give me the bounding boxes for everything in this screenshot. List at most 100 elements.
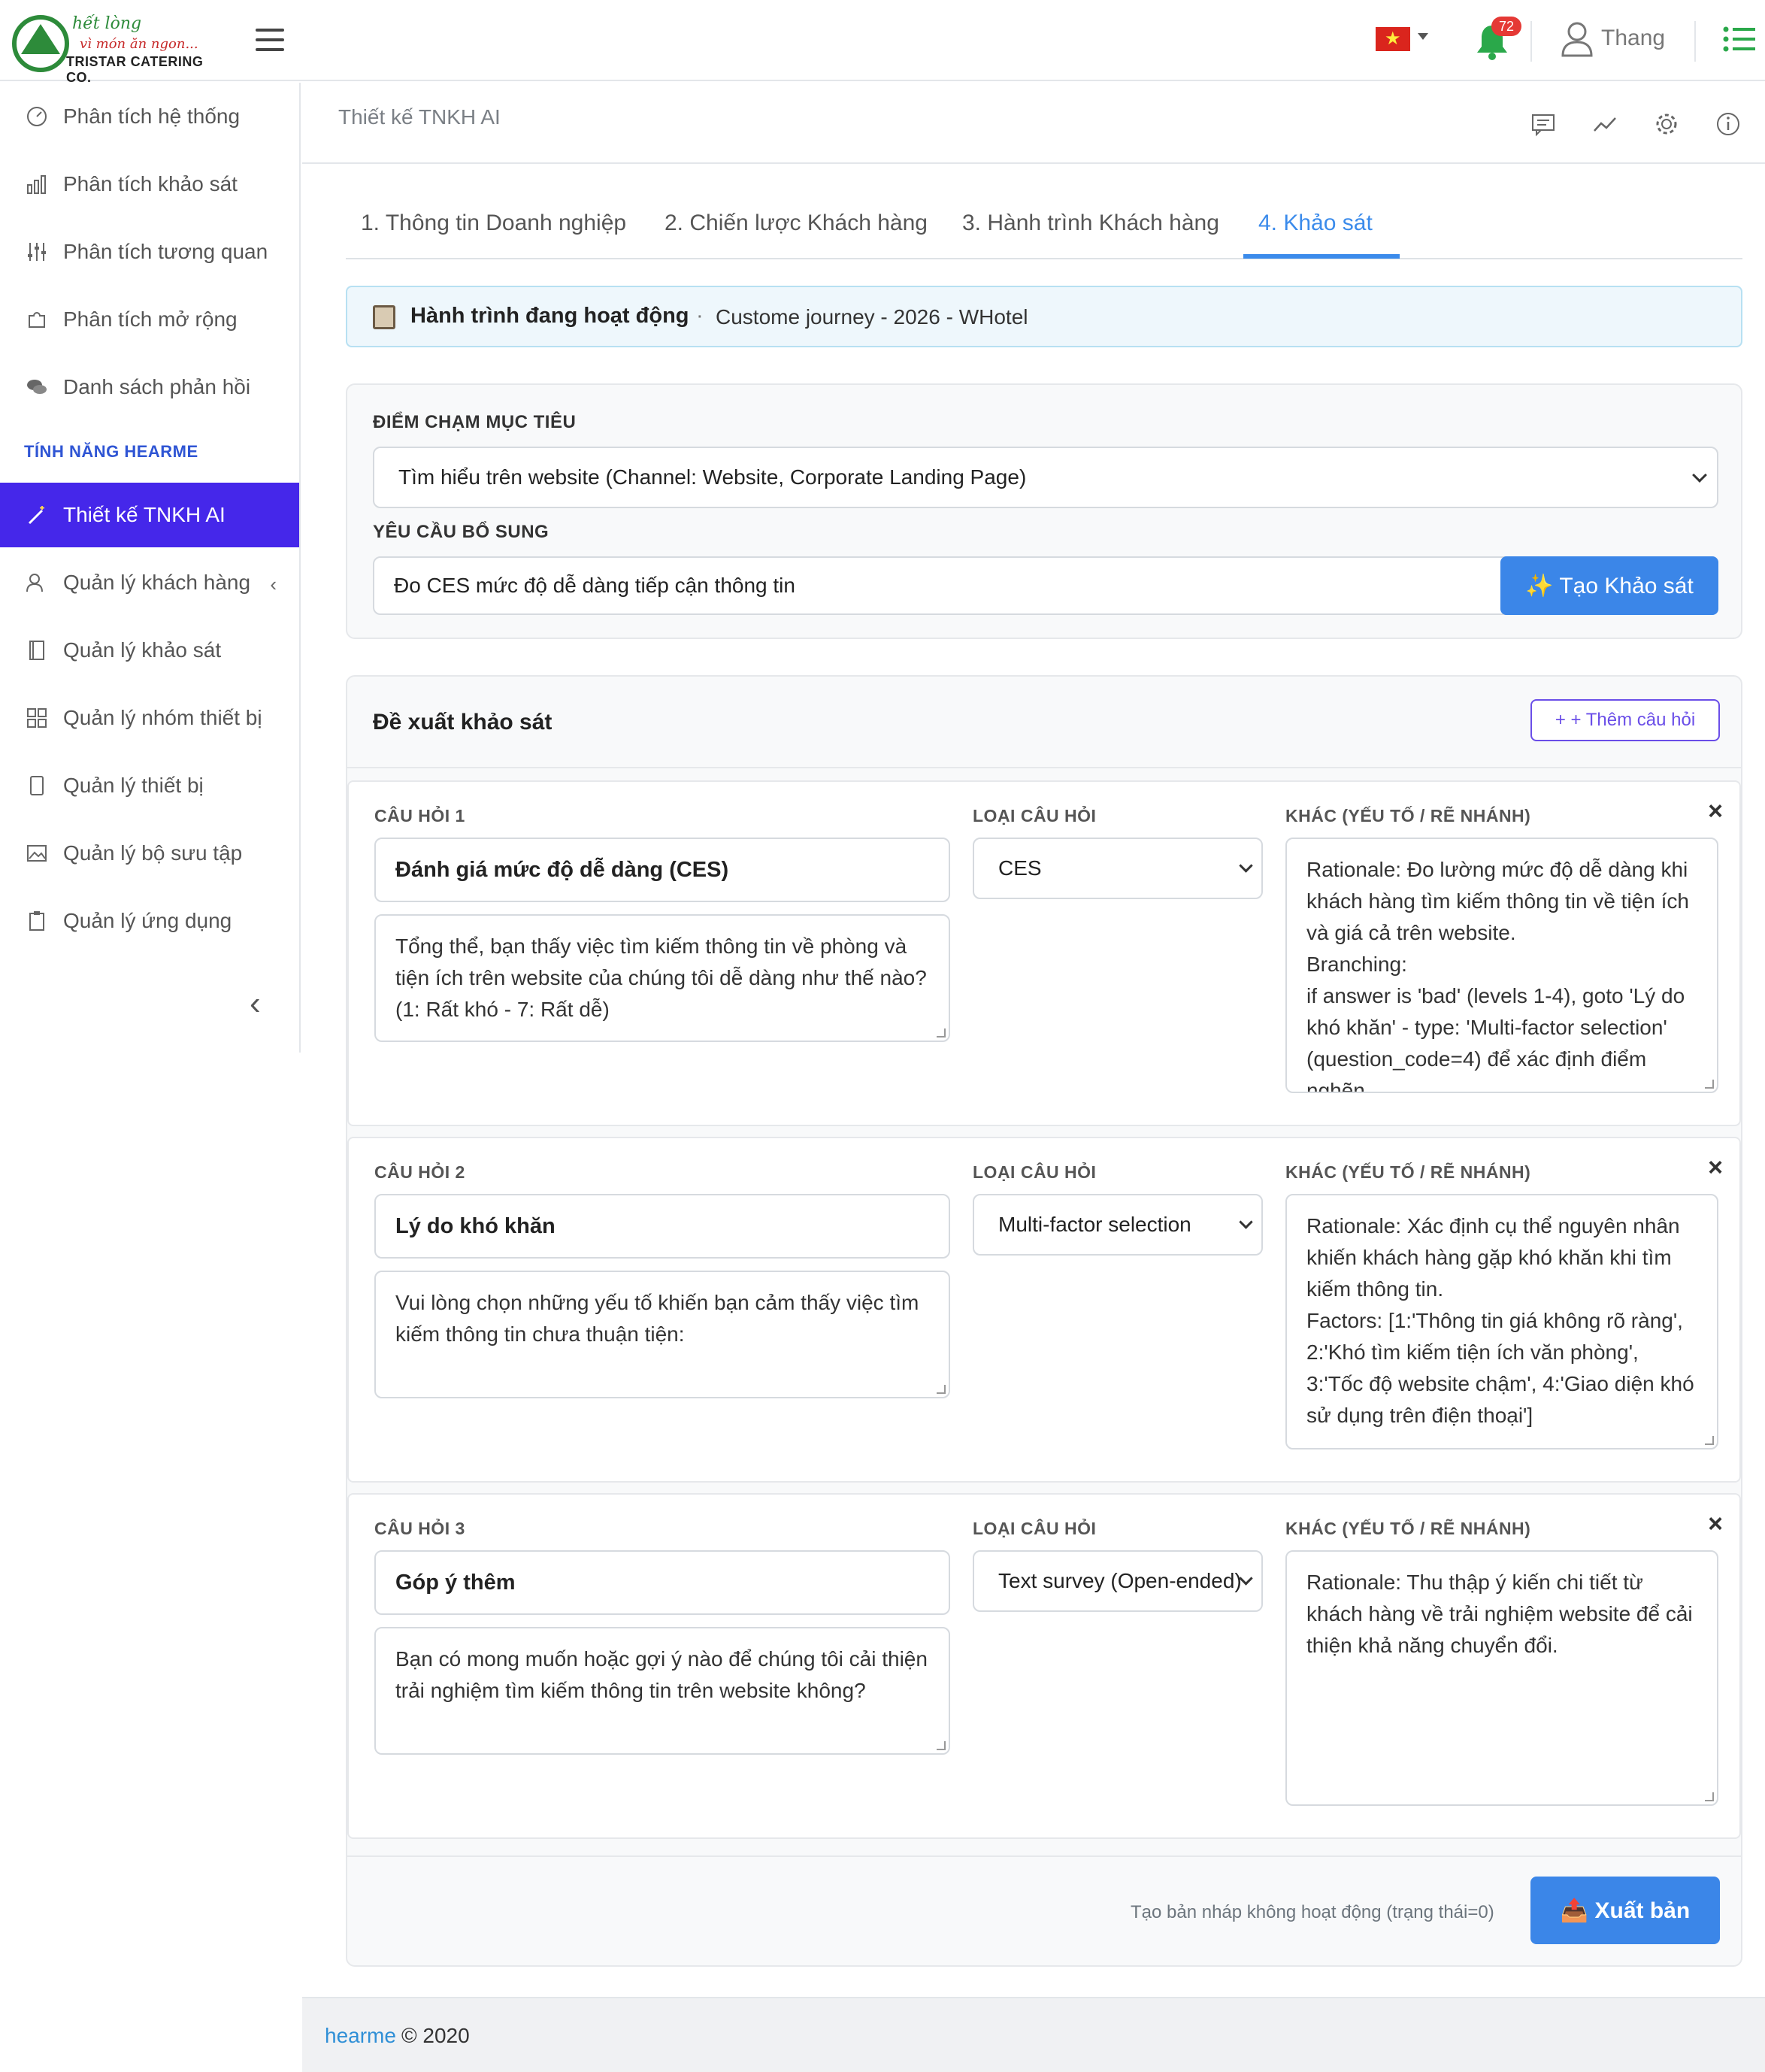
- resize-handle-icon[interactable]: [937, 1028, 946, 1038]
- sidebar-item-ai-design[interactable]: Thiết kế TNKH AI: [0, 483, 299, 547]
- gauge-icon: [27, 107, 47, 126]
- logo-company-name: TRISTAR CATERING CO.: [66, 54, 204, 85]
- sidebar-item-surveys[interactable]: Quản lý khảo sát: [0, 618, 299, 683]
- top-navbar: hết lòng vì món ăn ngon... TRISTAR CATER…: [0, 0, 1765, 85]
- question-other-area[interactable]: Rationale: Đo lường mức độ dễ dàng khi k…: [1285, 838, 1718, 1093]
- extra-requirement-input[interactable]: Đo CES mức độ dễ dàng tiếp cận thông tin: [373, 556, 1515, 615]
- touchpoint-select[interactable]: Tìm hiểu trên website (Channel: Website,…: [373, 447, 1718, 508]
- close-icon[interactable]: ×: [1708, 797, 1723, 826]
- active-journey-banner: Hành trình đang hoạt động · Custome jour…: [346, 286, 1742, 347]
- question-other-area[interactable]: Rationale: Thu thập ý kiến chi tiết từ k…: [1285, 1550, 1718, 1806]
- question-number: CÂU HỎI 1: [374, 806, 465, 825]
- magic-wand-icon: [28, 506, 44, 525]
- chat-icon: [27, 380, 47, 394]
- survey-suggestion-card: Đề xuất khảo sát + + Thêm câu hỏi CÂU HỎ…: [346, 675, 1742, 1967]
- sidebar-item-label: Phân tích mở rộng: [63, 307, 238, 331]
- language-caret-icon[interactable]: [1418, 33, 1428, 40]
- tab-customer-strategy[interactable]: 2. Chiến lược Khách hàng: [665, 211, 928, 236]
- question-text: Tổng thể, bạn thấy việc tìm kiếm thông t…: [395, 935, 927, 1021]
- sidebar-item-label: Phân tích khảo sát: [63, 172, 238, 195]
- question-title-input[interactable]: Góp ý thêm: [374, 1550, 950, 1615]
- sidebar-item-label: Quản lý thiết bị: [63, 774, 204, 797]
- gear-icon[interactable]: [1654, 111, 1679, 137]
- sidebar-item-system-analysis[interactable]: Phân tích hệ thống: [0, 84, 299, 149]
- tabs-divider: [346, 258, 1742, 259]
- page-title: Thiết kế TNKH AI: [338, 105, 501, 129]
- sidebar-item-label: Quản lý nhóm thiết bị: [63, 706, 262, 729]
- tab-survey[interactable]: 4. Khảo sát: [1258, 211, 1373, 236]
- question-other-text: Rationale: Đo lường mức độ dễ dàng khi k…: [1306, 858, 1689, 1093]
- close-icon[interactable]: ×: [1708, 1153, 1723, 1183]
- sidebar-item-device-groups[interactable]: Quản lý nhóm thiết bị: [0, 686, 299, 750]
- footer-brand-link[interactable]: hearme: [325, 2024, 396, 2048]
- question-other-label: KHÁC (YẾU TỐ / RẼ NHÁNH): [1285, 806, 1531, 825]
- logo-slogan-sub: vì món ăn ngon...: [80, 36, 198, 52]
- sidebar-item-label: Phân tích tương quan: [63, 240, 268, 263]
- sidebar-item-correlation-analysis[interactable]: Phân tích tương quan: [0, 220, 299, 284]
- resize-handle-icon[interactable]: [1705, 1080, 1714, 1089]
- list-menu-icon[interactable]: [1723, 26, 1756, 53]
- question-text: Bạn có mong muốn hoặc gợi ý nào để chúng…: [395, 1647, 928, 1702]
- logo-slogan: hết lòng: [72, 14, 142, 33]
- touchpoint-label: ĐIỂM CHẠM MỤC TIÊU: [373, 412, 577, 432]
- sidebar-item-survey-analysis[interactable]: Phân tích khảo sát: [0, 152, 299, 217]
- question-other-label: KHÁC (YẾU TỐ / RẼ NHÁNH): [1285, 1162, 1531, 1182]
- tab-customer-journey[interactable]: 3. Hành trình Khách hàng: [962, 211, 1219, 236]
- chevron-down-icon: [1692, 468, 1707, 483]
- question-type-select[interactable]: Multi-factor selection: [973, 1194, 1263, 1256]
- close-icon[interactable]: ×: [1708, 1510, 1723, 1539]
- resize-handle-icon[interactable]: [1705, 1436, 1714, 1445]
- puzzle-icon: [29, 312, 45, 328]
- notepad-icon: [373, 305, 395, 329]
- sidebar-item-devices[interactable]: Quản lý thiết bị: [0, 753, 299, 818]
- question-other-area[interactable]: Rationale: Xác định cụ thể nguyên nhân k…: [1285, 1194, 1718, 1449]
- clipboard-icon: [29, 911, 44, 931]
- question-title-input[interactable]: Đánh giá mức độ dễ dàng (CES): [374, 838, 950, 902]
- question-text-area[interactable]: Tổng thể, bạn thấy việc tìm kiếm thông t…: [374, 914, 950, 1042]
- extra-requirement-value: Đo CES mức độ dễ dàng tiếp cận thông tin: [394, 574, 795, 597]
- question-type-select[interactable]: Text survey (Open-ended): [973, 1550, 1263, 1612]
- tab-business-info[interactable]: 1. Thông tin Doanh nghiệp: [361, 211, 626, 236]
- sidebar-item-label: Phân tích hệ thống: [63, 105, 241, 128]
- survey-generator-form: ĐIỂM CHẠM MỤC TIÊU Tìm hiểu trên website…: [346, 383, 1742, 639]
- bar-chart-icon: [27, 175, 46, 194]
- sidebar-item-feedback-list[interactable]: Danh sách phản hồi: [0, 355, 299, 420]
- question-type-value: Text survey (Open-ended): [998, 1569, 1242, 1592]
- user-name[interactable]: Thang: [1601, 26, 1665, 51]
- question-type-select[interactable]: CES: [973, 838, 1263, 899]
- sidebar-item-collections[interactable]: Quản lý bộ sưu tập: [0, 821, 299, 886]
- sidebar-item-extended-analysis[interactable]: Phân tích mở rộng: [0, 287, 299, 352]
- question-text-area[interactable]: Vui lòng chọn những yếu tố khiến bạn cảm…: [374, 1271, 950, 1398]
- add-question-button[interactable]: + + Thêm câu hỏi: [1530, 699, 1720, 741]
- grid-icon: [27, 708, 47, 728]
- collapse-sidebar-icon[interactable]: ‹: [250, 985, 261, 1022]
- generate-survey-button[interactable]: ✨ Tạo Khảo sát: [1500, 556, 1718, 615]
- question-number: CÂU HỎI 3: [374, 1519, 465, 1538]
- sidebar-item-label: Quản lý ứng dụng: [63, 909, 232, 932]
- active-journey-name: Custome journey - 2026 - WHotel: [716, 305, 1028, 329]
- sidebar-item-customers[interactable]: Quản lý khách hàng ‹: [0, 550, 299, 615]
- question-number: CÂU HỎI 2: [374, 1162, 465, 1182]
- question-type-label: LOẠI CÂU HỎI: [973, 806, 1097, 825]
- publish-button[interactable]: 📤 Xuất bản: [1530, 1877, 1720, 1944]
- comment-icon[interactable]: [1530, 111, 1556, 137]
- resize-handle-icon[interactable]: [937, 1385, 946, 1394]
- book-icon: [29, 641, 44, 660]
- resize-handle-icon[interactable]: [1705, 1792, 1714, 1801]
- question-other-text: Rationale: Thu thập ý kiến chi tiết từ k…: [1306, 1571, 1693, 1657]
- footer-copyright: © 2020: [401, 2024, 470, 2047]
- chevron-left-icon: ‹: [270, 573, 277, 595]
- resize-handle-icon[interactable]: [937, 1741, 946, 1750]
- info-icon[interactable]: [1715, 111, 1741, 137]
- question-title-input[interactable]: Lý do khó khăn: [374, 1194, 950, 1259]
- user-icon[interactable]: [1561, 21, 1594, 57]
- trend-chart-icon[interactable]: [1592, 111, 1618, 137]
- company-logo[interactable]: hết lòng vì món ăn ngon... TRISTAR CATER…: [12, 12, 230, 85]
- vietnam-flag-icon[interactable]: [1376, 27, 1410, 51]
- chevron-down-icon: [1239, 859, 1253, 873]
- sidebar-item-label: Thiết kế TNKH AI: [63, 503, 226, 526]
- menu-toggle-icon[interactable]: [256, 29, 284, 51]
- sidebar-item-applications[interactable]: Quản lý ứng dụng: [0, 889, 299, 953]
- question-type-label: LOẠI CÂU HỎI: [973, 1519, 1097, 1538]
- question-text-area[interactable]: Bạn có mong muốn hoặc gợi ý nào để chúng…: [374, 1627, 950, 1755]
